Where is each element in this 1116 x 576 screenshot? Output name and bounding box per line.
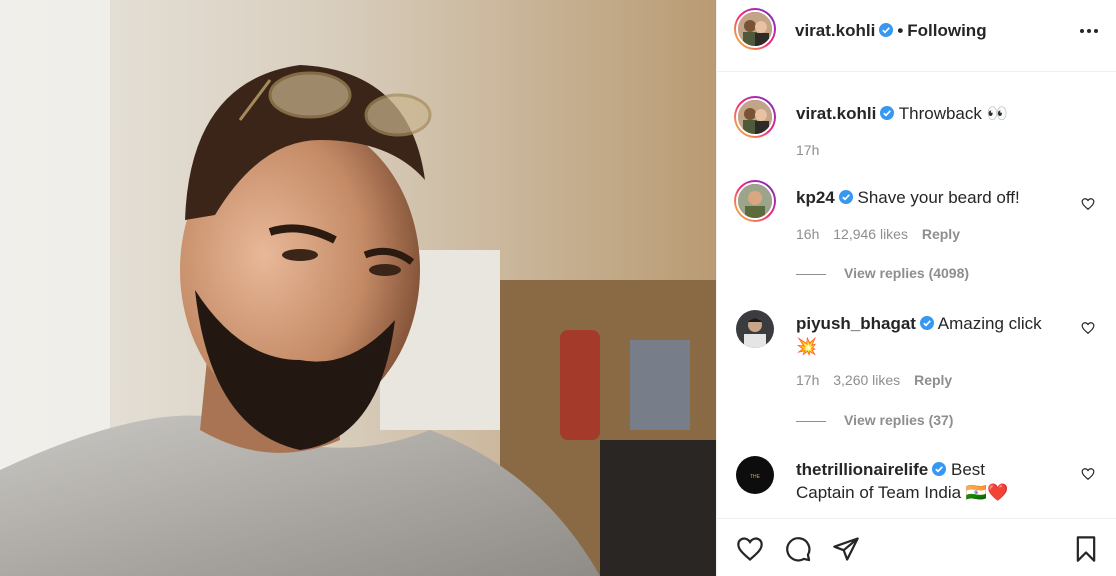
caption-avatar-image	[736, 98, 774, 136]
caption-avatar[interactable]	[734, 96, 776, 138]
post-sidebar: virat.kohli • Following virat.kohli Thro…	[716, 0, 1116, 576]
photo-illustration	[0, 0, 716, 576]
svg-text:THE: THE	[750, 474, 761, 480]
caption-text: Throwback 👀	[898, 104, 1008, 123]
post-actions	[717, 518, 1116, 576]
comment-text-row: piyush_bhagat Amazing click 💥	[796, 312, 1046, 358]
author-avatar[interactable]	[734, 8, 776, 50]
header-separator: •	[897, 21, 904, 40]
comment-avatar[interactable]	[734, 180, 776, 222]
comment-time[interactable]: 17h	[796, 372, 819, 388]
heart-icon[interactable]	[736, 535, 764, 563]
view-replies-label: View replies (4098)	[844, 265, 970, 281]
caption-meta: 17h	[796, 142, 829, 158]
comment-like-heart-icon[interactable]	[1081, 197, 1095, 211]
post-header: virat.kohli • Following	[717, 0, 1116, 72]
verified-badge-icon	[879, 23, 894, 37]
header-title: virat.kohli • Following	[795, 21, 987, 41]
verified-badge-icon	[919, 316, 934, 330]
comment-text-row: kp24 Shave your beard off!	[796, 186, 1046, 209]
view-replies-button[interactable]: View replies (4098)	[796, 265, 969, 281]
following-button[interactable]: Following	[907, 21, 986, 40]
comment-text: Shave your beard off!	[857, 188, 1020, 207]
verified-badge-icon	[932, 462, 947, 476]
comment-likes[interactable]: 3,260 likes	[833, 372, 900, 388]
view-replies-button[interactable]: View replies (37)	[796, 412, 953, 428]
comment-avatar[interactable]	[736, 310, 774, 348]
replies-divider	[796, 420, 826, 422]
replies-divider	[796, 273, 826, 275]
comment-icon[interactable]	[784, 535, 812, 563]
caption-text-row: virat.kohli Throwback 👀	[796, 102, 1046, 125]
post-photo[interactable]	[0, 0, 716, 576]
comment-like-heart-icon[interactable]	[1081, 467, 1095, 481]
author-avatar-image	[736, 10, 774, 48]
comment-like-heart-icon[interactable]	[1081, 321, 1095, 335]
caption-time[interactable]: 17h	[796, 142, 819, 158]
comment-avatar[interactable]: THE	[736, 456, 774, 494]
comment-username[interactable]: kp24	[796, 188, 835, 207]
more-options-icon[interactable]	[1078, 20, 1100, 42]
comment-likes[interactable]: 12,946 likes	[833, 226, 908, 242]
header-username[interactable]: virat.kohli	[795, 21, 875, 40]
comment-avatar-image	[736, 182, 774, 220]
caption-username[interactable]: virat.kohli	[796, 104, 876, 123]
comment-time[interactable]: 16h	[796, 226, 819, 242]
verified-badge-icon	[838, 190, 853, 204]
verified-badge-icon	[880, 106, 895, 120]
view-replies-label: View replies (37)	[844, 412, 954, 428]
comment-username[interactable]: thetrillionairelife	[796, 460, 928, 479]
bookmark-icon[interactable]	[1072, 535, 1100, 563]
comment-meta: 16h 12,946 likes Reply	[796, 226, 970, 242]
comment-text-row: thetrillionairelife Best Captain of Team…	[796, 458, 1046, 504]
comment-username[interactable]: piyush_bhagat	[796, 314, 916, 333]
share-icon[interactable]	[832, 535, 860, 563]
reply-button[interactable]: Reply	[914, 372, 952, 388]
comment-meta: 17h 3,260 likes Reply	[796, 372, 962, 388]
reply-button[interactable]: Reply	[922, 226, 960, 242]
comments-list[interactable]: virat.kohli Throwback 👀 17h kp24 Shave y…	[717, 72, 1116, 518]
